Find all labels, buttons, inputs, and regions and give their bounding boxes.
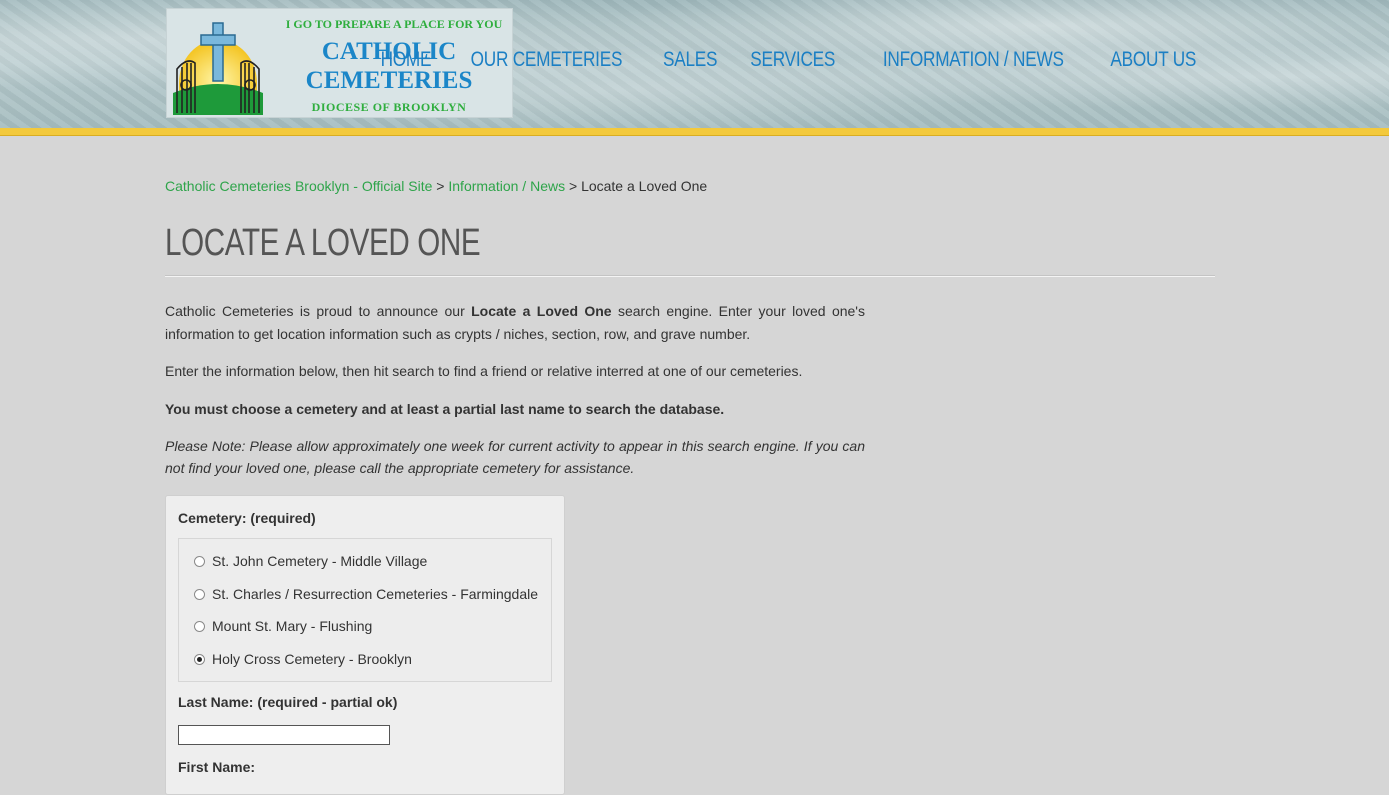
cemetery-option-label: Holy Cross Cemetery - Brooklyn bbox=[212, 651, 412, 667]
nav-home[interactable]: HOME bbox=[380, 48, 431, 72]
breadcrumb-separator: > bbox=[432, 178, 449, 194]
search-form: Cemetery: (required) St. John Cemetery -… bbox=[165, 495, 565, 795]
instruction-paragraph: Enter the information below, then hit se… bbox=[165, 363, 803, 379]
logo-tagline: I GO TO PREPARE A PLACE FOR YOU bbox=[285, 17, 503, 31]
nav-sales[interactable]: SALES bbox=[663, 48, 718, 72]
nav-information-news[interactable]: INFORMATION / NEWS bbox=[883, 48, 1064, 72]
cemetery-option-holy-cross[interactable]: Holy Cross Cemetery - Brooklyn bbox=[194, 651, 412, 667]
radio-button-selected[interactable] bbox=[194, 653, 205, 665]
nav-about-us[interactable]: ABOUT US bbox=[1111, 48, 1197, 72]
intro-bold: Locate a Loved One bbox=[471, 303, 612, 319]
radio-button[interactable] bbox=[194, 588, 205, 600]
cemetery-option-mount-st-mary[interactable]: Mount St. Mary - Flushing bbox=[194, 618, 372, 634]
logo-diocese: DIOCESE OF BROOKLYN bbox=[311, 100, 467, 114]
note-paragraph: Please Note: Please allow approximately … bbox=[165, 438, 865, 476]
cross-gate-logo-icon bbox=[173, 22, 263, 115]
last-name-input[interactable] bbox=[178, 725, 390, 745]
cemetery-option-label: Mount St. Mary - Flushing bbox=[212, 618, 373, 634]
breadcrumb-section-link[interactable]: Information / News bbox=[448, 178, 565, 194]
nav-our-cemeteries[interactable]: OUR CEMETERIES bbox=[471, 48, 623, 72]
breadcrumb-home-link[interactable]: Catholic Cemeteries Brooklyn - Official … bbox=[165, 178, 432, 194]
nav-services[interactable]: SERVICES bbox=[751, 48, 836, 72]
requirement-paragraph: You must choose a cemetery and at least … bbox=[165, 401, 725, 417]
header-stripe bbox=[0, 128, 1389, 136]
title-divider bbox=[165, 275, 1215, 277]
breadcrumb-current: Locate a Loved One bbox=[581, 178, 708, 194]
cemetery-option-label: St. John Cemetery - Middle Village bbox=[212, 553, 428, 569]
intro-paragraph: Catholic Cemeteries is proud to announce… bbox=[165, 300, 865, 346]
radio-button[interactable] bbox=[194, 555, 205, 567]
breadcrumb: Catholic Cemeteries Brooklyn - Official … bbox=[165, 178, 707, 194]
cemetery-option-st-charles[interactable]: St. Charles / Resurrection Cemeteries - … bbox=[194, 586, 538, 602]
cemetery-option-label: St. Charles / Resurrection Cemeteries - … bbox=[212, 586, 539, 602]
cemetery-option-st-john[interactable]: St. John Cemetery - Middle Village bbox=[194, 553, 427, 569]
radio-button[interactable] bbox=[194, 620, 205, 632]
intro-text-a: Catholic Cemeteries is proud to announce… bbox=[165, 303, 472, 319]
cemetery-radio-group: St. John Cemetery - Middle Village St. C… bbox=[178, 538, 552, 682]
cemetery-label: Cemetery: (required) bbox=[178, 510, 316, 526]
main-nav: HOME OUR CEMETERIES SALES SERVICES INFOR… bbox=[375, 48, 1206, 72]
page-title: LOCATE A LOVED ONE bbox=[165, 222, 481, 264]
last-name-label: Last Name: (required - partial ok) bbox=[178, 694, 398, 710]
breadcrumb-separator: > bbox=[565, 178, 582, 194]
